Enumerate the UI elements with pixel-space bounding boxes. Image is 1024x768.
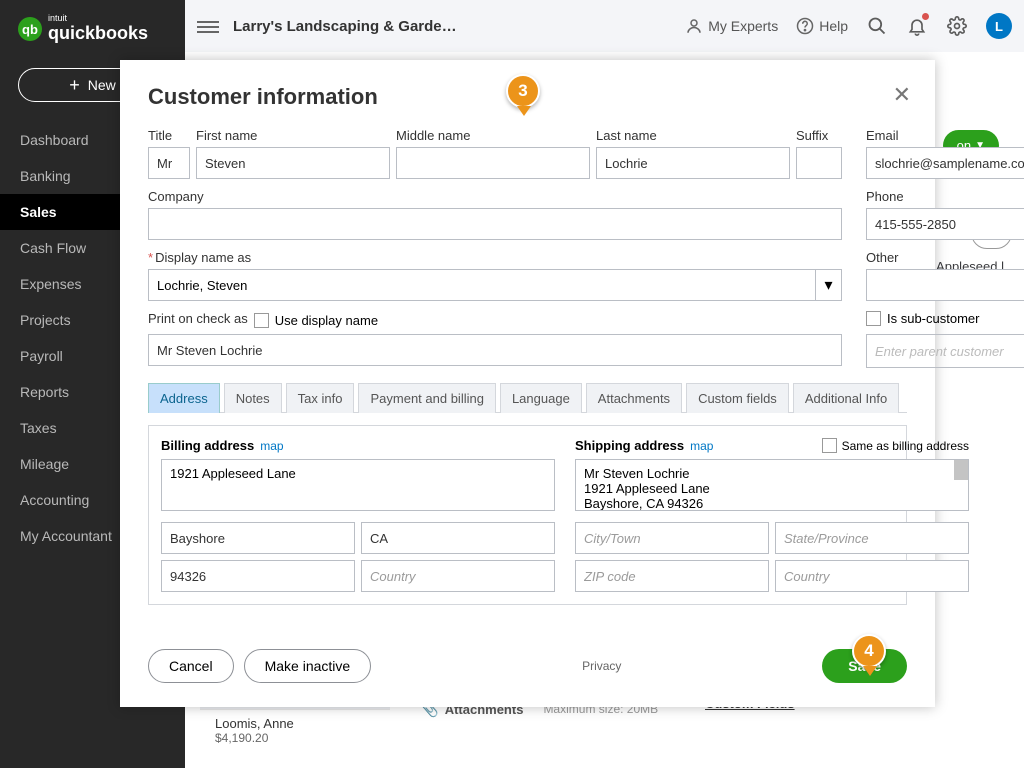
my-experts-link[interactable]: My Experts xyxy=(685,17,778,35)
tab-additional[interactable]: Additional Info xyxy=(793,383,899,413)
billing-address-label: Billing address xyxy=(161,438,254,453)
other-label: Other xyxy=(866,250,1024,265)
company-input[interactable] xyxy=(148,208,842,240)
logo-icon: qb xyxy=(18,17,42,41)
shipping-street-input[interactable] xyxy=(575,459,969,511)
shipping-country-input[interactable] xyxy=(775,560,969,592)
printcheck-label: Print on check as xyxy=(148,311,248,326)
company-name[interactable]: Larry's Landscaping & Garde… xyxy=(233,18,457,35)
tab-taxinfo[interactable]: Tax info xyxy=(286,383,355,413)
title-label: Title xyxy=(148,128,190,143)
shipping-address-label: Shipping address xyxy=(575,438,684,453)
displayname-select[interactable]: Lochrie, Steven xyxy=(148,269,816,301)
shipping-city-input[interactable] xyxy=(575,522,769,554)
callout-3: 3 xyxy=(506,74,542,118)
list-item[interactable]: Loomis, Anne $4,190.20 xyxy=(200,709,390,751)
avatar[interactable]: L xyxy=(986,13,1012,39)
use-displayname-label: Use display name xyxy=(275,313,378,328)
company-label: Company xyxy=(148,189,842,204)
same-as-billing-label: Same as billing address xyxy=(842,439,969,453)
address-panel: Billing address map Shipping address map… xyxy=(148,425,907,605)
displayname-label: *Display name as xyxy=(148,250,842,265)
billing-city-input[interactable] xyxy=(161,522,355,554)
logo: qb intuit quickbooks xyxy=(0,0,185,58)
other-input[interactable] xyxy=(866,269,1024,301)
search-icon[interactable] xyxy=(866,15,888,37)
tab-payment[interactable]: Payment and billing xyxy=(358,383,495,413)
title-input[interactable] xyxy=(148,147,190,179)
help-link[interactable]: Help xyxy=(796,17,848,35)
cancel-button[interactable]: Cancel xyxy=(148,649,234,683)
shipping-state-input[interactable] xyxy=(775,522,969,554)
billing-country-input[interactable] xyxy=(361,560,555,592)
shipping-zip-input[interactable] xyxy=(575,560,769,592)
tab-language[interactable]: Language xyxy=(500,383,582,413)
close-icon[interactable]: ✕ xyxy=(893,82,911,108)
suffix-label: Suffix xyxy=(796,128,842,143)
printcheck-input[interactable] xyxy=(148,334,842,366)
email-input[interactable] xyxy=(866,147,1024,179)
person-icon xyxy=(685,17,703,35)
tab-attachments[interactable]: Attachments xyxy=(586,383,682,413)
billing-zip-input[interactable] xyxy=(161,560,355,592)
use-displayname-checkbox[interactable] xyxy=(254,313,269,328)
lastname-label: Last name xyxy=(596,128,790,143)
shipping-map-link[interactable]: map xyxy=(690,439,713,453)
callout-4: 4 xyxy=(852,634,888,678)
firstname-label: First name xyxy=(196,128,390,143)
billing-state-input[interactable] xyxy=(361,522,555,554)
hamburger-icon[interactable] xyxy=(197,18,219,34)
subcustomer-checkbox[interactable] xyxy=(866,311,881,326)
email-label: Email xyxy=(866,128,1024,143)
billing-map-link[interactable]: map xyxy=(260,439,283,453)
phone-input[interactable] xyxy=(866,208,1024,240)
firstname-input[interactable] xyxy=(196,147,390,179)
suffix-input[interactable] xyxy=(796,147,842,179)
logo-text: intuit quickbooks xyxy=(48,14,148,44)
billing-street-input[interactable] xyxy=(161,459,555,511)
customer-info-modal: Customer information ✕ Title First name … xyxy=(120,60,935,707)
make-inactive-button[interactable]: Make inactive xyxy=(244,649,372,683)
tab-address[interactable]: Address xyxy=(148,383,220,413)
parent-customer-select[interactable]: Enter parent customer ▾ xyxy=(866,334,1024,368)
subcustomer-label: Is sub-customer xyxy=(887,311,979,326)
lastname-input[interactable] xyxy=(596,147,790,179)
same-as-billing-checkbox[interactable] xyxy=(822,438,837,453)
topbar: Larry's Landscaping & Garde… My Experts … xyxy=(185,0,1024,52)
chevron-down-icon[interactable]: ▾ xyxy=(816,269,842,301)
plus-icon: + xyxy=(69,78,80,92)
middlename-label: Middle name xyxy=(396,128,590,143)
privacy-link[interactable]: Privacy xyxy=(582,659,621,673)
phone-label: Phone xyxy=(866,189,1024,204)
tab-customfields[interactable]: Custom fields xyxy=(686,383,789,413)
settings-icon[interactable] xyxy=(946,15,968,37)
scrollbar-thumb[interactable] xyxy=(954,460,968,480)
tabs: Address Notes Tax info Payment and billi… xyxy=(148,382,907,413)
notifications-icon[interactable] xyxy=(906,15,928,37)
tab-notes[interactable]: Notes xyxy=(224,383,282,413)
help-icon xyxy=(796,17,814,35)
middlename-input[interactable] xyxy=(396,147,590,179)
